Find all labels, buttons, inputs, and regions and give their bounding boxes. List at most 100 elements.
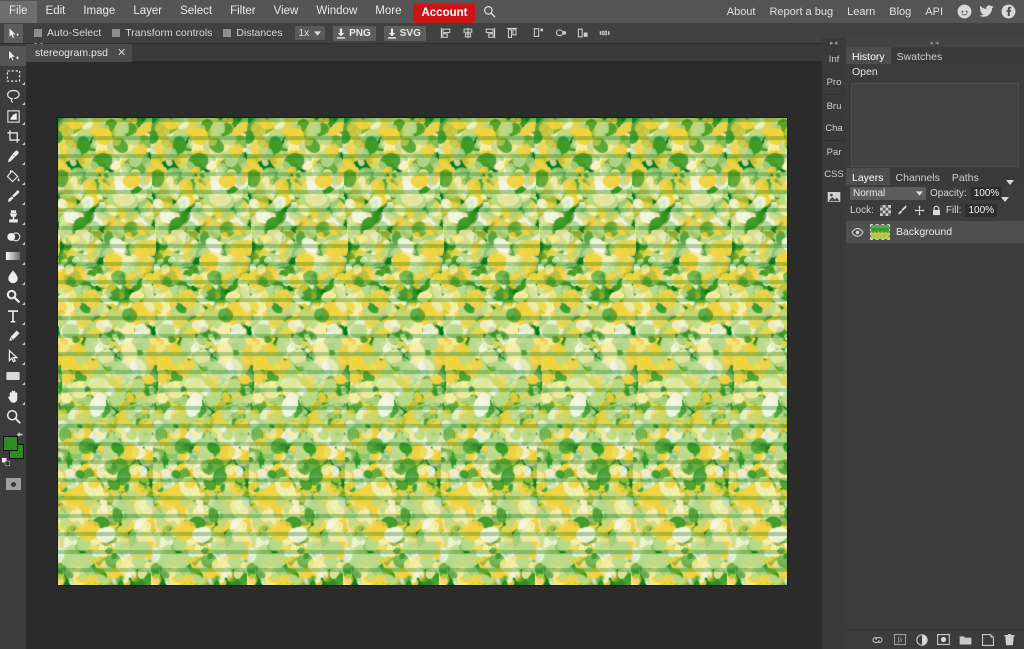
checkbox-transform-controls[interactable]: Transform controls (112, 27, 212, 39)
scale-select[interactable]: 1x (294, 26, 326, 40)
history-empty-area[interactable] (851, 83, 1019, 167)
tab-channels[interactable]: Channels (890, 168, 946, 185)
align-right-icon[interactable] (484, 27, 497, 40)
layer-visibility-icon[interactable] (851, 227, 864, 237)
move-tool-icon[interactable] (4, 23, 23, 43)
paint-bucket-tool[interactable] (0, 166, 26, 186)
menu-item-more[interactable]: More (366, 1, 410, 23)
image-icon[interactable] (822, 186, 846, 208)
swap-colors-icon[interactable] (16, 432, 24, 440)
crop-tool[interactable] (0, 126, 26, 146)
menu-item-filter[interactable]: Filter (221, 1, 265, 23)
document-tab[interactable]: stereogram.psd ✕ (26, 43, 133, 62)
panel-tab-inf[interactable]: Inf (822, 48, 846, 71)
menu-item-view[interactable]: View (265, 1, 308, 23)
panel-tab-cha[interactable]: Cha (822, 117, 846, 140)
checkbox-box[interactable] (34, 29, 42, 37)
checkbox-box[interactable] (112, 29, 121, 37)
tab-swatches[interactable]: Swatches (891, 47, 949, 64)
default-colors-icon[interactable] (2, 458, 10, 466)
twitter-icon[interactable] (979, 5, 994, 18)
hand-tool[interactable] (0, 386, 26, 406)
lock-all-icon[interactable] (931, 205, 942, 216)
close-icon[interactable]: ✕ (117, 47, 126, 58)
align-top-icon[interactable] (506, 27, 519, 40)
new-group-icon[interactable] (959, 633, 972, 646)
eraser-tool[interactable] (0, 226, 26, 246)
panel-tab-par[interactable]: Par (822, 140, 846, 163)
shape-tool[interactable] (0, 366, 26, 386)
dodge-tool[interactable] (0, 286, 26, 306)
menu-item-file[interactable]: File (0, 0, 37, 23)
menu-link-blog[interactable]: Blog (882, 2, 918, 22)
tab-paths[interactable]: Paths (946, 168, 985, 185)
tab-layers[interactable]: Layers (846, 168, 890, 185)
layer-item[interactable]: Background (846, 221, 1024, 243)
distribute-vertical-icon[interactable] (599, 27, 612, 40)
layer-thumbnail[interactable] (870, 224, 890, 240)
new-layer-icon[interactable] (981, 633, 994, 646)
lock-position-icon[interactable] (914, 205, 925, 216)
menu-link-learn[interactable]: Learn (840, 2, 882, 22)
checkbox-box[interactable] (223, 29, 232, 37)
menu-item-layer[interactable]: Layer (124, 1, 171, 23)
account-button[interactable]: Account (410, 3, 476, 23)
facebook-icon[interactable] (1001, 4, 1016, 19)
rectangular-marquee-tool[interactable] (0, 66, 26, 86)
checkbox-auto-select[interactable]: Auto-Select (34, 27, 101, 39)
tab-history[interactable]: History (846, 47, 891, 64)
blend-mode-select[interactable]: Normal (850, 187, 926, 200)
lasso-tool[interactable] (0, 86, 26, 106)
pen-tool[interactable] (0, 326, 26, 346)
lock-paint-icon[interactable] (897, 205, 908, 216)
path-select-tool[interactable] (0, 346, 26, 366)
download-icon (387, 28, 397, 39)
fill-caret-icon[interactable] (1001, 196, 1010, 220)
quick-mask-button[interactable] (0, 475, 26, 493)
brush-tool[interactable] (0, 186, 26, 206)
fill-field[interactable]: 100% (965, 204, 998, 217)
export-png-button[interactable]: PNG (333, 25, 376, 41)
menu-item-window[interactable]: Window (307, 1, 366, 23)
align-middle-icon[interactable] (533, 27, 546, 40)
reddit-icon[interactable] (957, 4, 972, 19)
link-layers-icon[interactable] (871, 633, 884, 646)
history-dock-grip[interactable]: ▸◂ (846, 38, 1024, 47)
color-swatches[interactable] (0, 430, 26, 472)
stereogram-image[interactable] (58, 118, 787, 585)
magic-wand-tool[interactable] (0, 106, 26, 126)
menu-link-about[interactable]: About (720, 2, 763, 22)
menu-link-api[interactable]: API (918, 2, 950, 22)
panel-strip-grip[interactable]: ▸◂ (822, 38, 846, 48)
layer-style-icon[interactable]: fx (893, 633, 906, 646)
align-bottom-icon[interactable] (555, 27, 568, 40)
lock-transparency-icon[interactable] (879, 205, 891, 216)
search-icon[interactable] (483, 5, 496, 18)
menu-item-image[interactable]: Image (74, 1, 124, 23)
move-tool[interactable] (0, 46, 26, 66)
align-center-horizontal-icon[interactable] (462, 27, 475, 40)
panel-tab-css[interactable]: CSS (822, 163, 846, 186)
eyedropper-tool[interactable] (0, 146, 26, 166)
adjustment-layer-icon[interactable] (915, 633, 928, 646)
delete-layer-icon[interactable] (1003, 633, 1016, 646)
canvas-workspace[interactable] (26, 62, 822, 649)
layer-mask-icon[interactable] (937, 633, 950, 646)
align-left-icon[interactable] (440, 27, 453, 40)
panel-tab-bru[interactable]: Bru (822, 94, 846, 117)
image-canvas[interactable] (58, 118, 787, 585)
export-svg-button[interactable]: SVG (383, 25, 426, 41)
menu-item-edit[interactable]: Edit (37, 1, 75, 23)
zoom-tool[interactable] (0, 406, 26, 426)
menu-link-report-a-bug[interactable]: Report a bug (762, 2, 840, 22)
checkbox-distances[interactable]: Distances (223, 27, 283, 39)
panel-tab-pro[interactable]: Pro (822, 71, 846, 94)
gradient-tool[interactable] (0, 246, 26, 266)
opacity-field[interactable]: 100% (970, 187, 1003, 200)
menu-item-select[interactable]: Select (171, 1, 221, 23)
text-tool[interactable] (0, 306, 26, 326)
history-entry[interactable]: Open (846, 64, 1024, 81)
clone-stamp-tool[interactable] (0, 206, 26, 226)
blur-tool[interactable] (0, 266, 26, 286)
distribute-horizontal-icon[interactable] (577, 27, 590, 40)
